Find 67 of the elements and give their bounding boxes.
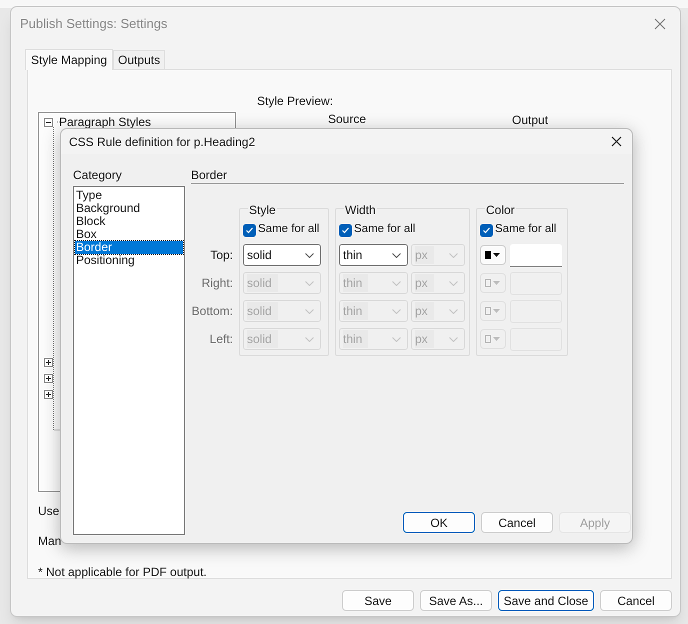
check-icon xyxy=(341,226,350,234)
chevron-icon xyxy=(392,280,401,286)
field-label: Right: xyxy=(202,275,233,292)
button[interactable]: Cancel xyxy=(481,512,553,533)
field-label: Left: xyxy=(210,331,233,348)
chevron-icon xyxy=(305,252,314,258)
expand-icon[interactable] xyxy=(44,374,53,382)
chevron-icon xyxy=(392,336,401,342)
button[interactable]: Save xyxy=(342,590,414,611)
checkbox-label[interactable]: Same for all xyxy=(495,221,556,239)
list-item[interactable]: Border xyxy=(75,241,183,254)
dropdown-arrow-icon xyxy=(493,309,500,313)
dropdown-arrow-icon xyxy=(493,253,500,257)
style-preview-label: Style Preview: xyxy=(257,93,334,106)
chevron-icon xyxy=(449,308,458,314)
section-title: Border xyxy=(191,167,228,180)
chevron-icon xyxy=(305,336,314,342)
check-icon xyxy=(245,226,254,234)
color-field[interactable] xyxy=(510,244,562,266)
button[interactable]: Cancel xyxy=(600,590,672,611)
checkbox[interactable] xyxy=(243,224,256,236)
field-label: Use xyxy=(38,503,60,520)
style-dropdown[interactable]: solid xyxy=(243,244,321,266)
width-dropdown[interactable]: thin xyxy=(339,244,408,266)
window-title: Publish Settings: Settings xyxy=(20,15,168,34)
color-swatch xyxy=(485,335,491,343)
checkbox-label[interactable]: Same for all xyxy=(258,221,320,239)
close-icon[interactable] xyxy=(611,136,622,147)
dialog-title: CSS Rule definition for p.Heading2 xyxy=(69,134,256,150)
list-item[interactable]: Block xyxy=(75,215,183,228)
chevron-icon xyxy=(392,308,401,314)
list-item[interactable]: Type xyxy=(75,189,183,202)
field-label: Top: xyxy=(210,247,233,264)
checkbox-label[interactable]: Same for all xyxy=(354,221,416,239)
chevron-icon xyxy=(449,280,458,286)
tree-item[interactable]: Paragraph Styles xyxy=(59,113,152,131)
button[interactable]: Save As... xyxy=(420,590,492,611)
list-item[interactable]: Background xyxy=(75,202,183,215)
tab[interactable]: Outputs xyxy=(113,50,166,69)
color-swatch xyxy=(485,279,491,287)
field-label: Bottom: xyxy=(192,303,233,320)
button[interactable]: Save and Close xyxy=(498,590,594,611)
tab[interactable]: Style Mapping xyxy=(25,49,114,70)
expand-icon[interactable] xyxy=(44,390,53,398)
collapse-icon[interactable] xyxy=(44,118,53,126)
chevron-icon xyxy=(305,280,314,286)
button[interactable]: OK xyxy=(403,512,475,533)
dropdown-arrow-icon xyxy=(493,337,500,341)
list-item[interactable]: Positioning xyxy=(75,254,183,267)
checkbox[interactable] xyxy=(480,224,493,236)
chevron-icon xyxy=(449,252,458,258)
color-picker-button[interactable] xyxy=(480,245,506,265)
column-header: Output xyxy=(512,114,548,127)
check-icon xyxy=(482,226,491,234)
chevron-icon xyxy=(392,252,401,258)
category-list[interactable]: Type Background Block Box Border Positioning xyxy=(73,186,185,535)
category-label: Category xyxy=(73,167,123,180)
column-header: Source xyxy=(328,113,366,126)
checkbox[interactable] xyxy=(339,224,352,236)
dropdown-arrow-icon xyxy=(493,281,500,285)
field-label: Man xyxy=(38,533,60,550)
chevron-icon xyxy=(449,336,458,342)
color-swatch xyxy=(485,307,491,315)
footnote: * Not applicable for PDF output. xyxy=(38,564,208,581)
expand-icon[interactable] xyxy=(44,358,53,366)
list-item[interactable]: Box xyxy=(75,228,183,241)
chevron-icon xyxy=(305,308,314,314)
